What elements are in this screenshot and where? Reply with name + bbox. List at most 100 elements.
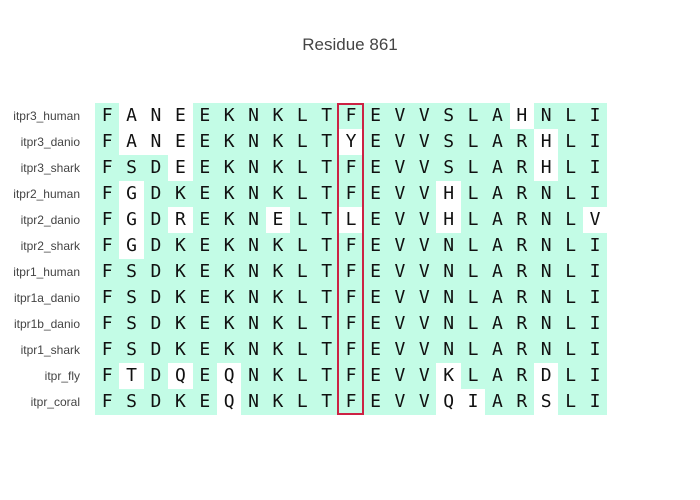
residue-cell: A [485, 311, 510, 337]
residue-cell: R [509, 259, 535, 285]
residue-cell: F [338, 103, 364, 129]
residue-cell: N [534, 181, 559, 207]
residue-cell: N [436, 233, 461, 259]
residue-cell: D [143, 363, 169, 389]
residue-cell: S [119, 285, 144, 311]
residue-cell: S [119, 259, 144, 285]
residue-cell: T [314, 337, 339, 363]
residue-cell: L [460, 363, 486, 389]
residue-cell: V [387, 233, 413, 259]
residue-cell: F [95, 285, 120, 311]
residue-cell: I [582, 337, 608, 363]
residue-cell: K [168, 259, 193, 285]
residue-cell: D [143, 181, 169, 207]
residue-cell: E [363, 285, 388, 311]
residue-cell: L [460, 337, 486, 363]
residue-cell: T [314, 259, 339, 285]
sequence-name: itpr3_human [13, 109, 80, 123]
residue-cell: S [119, 389, 144, 415]
residue-cell: I [467, 391, 479, 412]
residue-cell: K [216, 259, 242, 285]
residue-cell: N [534, 233, 559, 259]
residue-cell: L [290, 233, 315, 259]
residue-cell: F [338, 233, 364, 259]
residue-cell: F [338, 155, 364, 181]
sequence-name: itpr2_danio [20, 213, 80, 227]
residue-cell: A [485, 363, 510, 389]
residue-cell: E [363, 207, 388, 233]
residue-cell: S [436, 129, 461, 155]
residue-cell: I [582, 103, 608, 129]
residue-cell: K [168, 181, 193, 207]
residue-cell: S [119, 155, 144, 181]
residue-cell: D [143, 311, 169, 337]
residue-cell: K [265, 103, 291, 129]
residue-cell: L [460, 285, 486, 311]
residue-cell: K [265, 233, 291, 259]
residue-cell: N [241, 285, 266, 311]
residue-cell: N [534, 259, 559, 285]
residue-cell: E [174, 105, 186, 126]
residue-cell: A [485, 207, 510, 233]
residue-cell: L [290, 311, 315, 337]
alignment-grid: FANEEKNKLTFEVVSLAHNLIFANEEKNKLTYEVVSLARH… [95, 103, 608, 415]
residue-cell: N [241, 129, 266, 155]
residue-cell: T [314, 207, 339, 233]
residue-cell: D [143, 285, 169, 311]
residue-cell: K [443, 365, 455, 386]
residue-cell: E [363, 311, 388, 337]
alignment-row: FSDKEKNKLTFEVVNLARNLI [95, 259, 608, 285]
residue-cell: V [387, 285, 413, 311]
residue-cell: R [509, 181, 535, 207]
residue-cell: N [241, 155, 266, 181]
residue-cell: L [558, 129, 583, 155]
residue-cell: E [363, 389, 388, 415]
residue-cell: L [290, 285, 315, 311]
residue-cell: F [338, 389, 364, 415]
residue-cell: L [290, 389, 315, 415]
residue-cell: R [509, 285, 535, 311]
residue-cell: N [241, 363, 266, 389]
residue-cell: E [272, 209, 284, 230]
residue-cell: K [265, 285, 291, 311]
sequence-name: itpr3_danio [20, 135, 80, 149]
residue-cell: F [338, 259, 364, 285]
residue-cell: F [95, 363, 120, 389]
residue-cell: F [95, 233, 120, 259]
residue-cell: D [540, 365, 552, 386]
residue-cell: L [460, 103, 486, 129]
residue-cell: E [363, 259, 388, 285]
residue-cell: K [265, 259, 291, 285]
alignment-row: FSDKEKNKLTFEVVNLARNLI [95, 311, 608, 337]
residue-cell: A [485, 181, 510, 207]
residue-cell: I [582, 259, 608, 285]
residue-cell: A [485, 129, 510, 155]
residue-cell: E [192, 337, 217, 363]
residue-cell: F [95, 181, 120, 207]
residue-cell: V [412, 103, 437, 129]
residue-cell: N [241, 311, 266, 337]
residue-cell: E [363, 337, 388, 363]
residue-cell: E [192, 259, 217, 285]
residue-cell: R [174, 209, 186, 230]
residue-cell: T [314, 181, 339, 207]
residue-cell: L [460, 207, 486, 233]
residue-cell: E [363, 103, 388, 129]
residue-cell: N [241, 389, 266, 415]
residue-cell: Q [223, 365, 235, 386]
residue-cell: N [436, 311, 461, 337]
residue-cell: V [412, 207, 437, 233]
residue-cell: L [290, 337, 315, 363]
residue-cell: K [265, 389, 291, 415]
residue-cell: R [509, 233, 535, 259]
residue-cell: K [216, 129, 242, 155]
sequence-name: itpr1b_danio [13, 317, 80, 331]
sequence-name: itpr_fly [44, 369, 80, 383]
residue-cell: R [509, 337, 535, 363]
residue-cell: L [345, 209, 357, 230]
residue-cell: K [216, 285, 242, 311]
residue-cell: F [95, 129, 120, 155]
residue-cell: V [412, 389, 437, 415]
residue-cell: I [582, 363, 608, 389]
residue-cell: D [143, 207, 169, 233]
